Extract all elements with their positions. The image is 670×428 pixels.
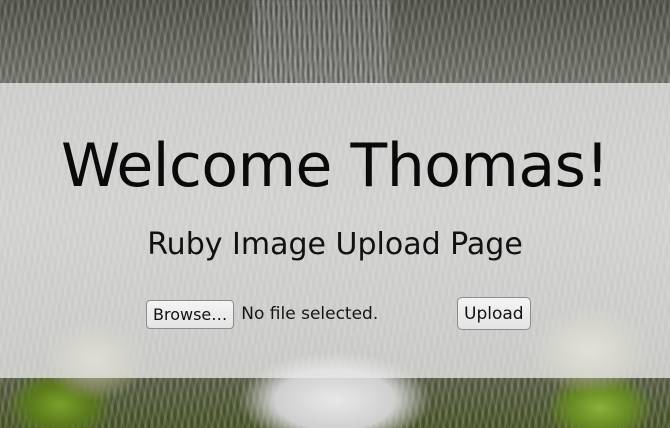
file-input[interactable]: Browse… No file selected. <box>146 299 378 329</box>
browse-button[interactable]: Browse… <box>146 299 235 329</box>
file-status-text: No file selected. <box>241 304 379 324</box>
upload-button[interactable]: Upload <box>457 297 531 330</box>
background-fur-detail <box>250 0 390 85</box>
page-title: Welcome Thomas! <box>61 131 609 201</box>
page-subtitle: Ruby Image Upload Page <box>147 227 523 262</box>
